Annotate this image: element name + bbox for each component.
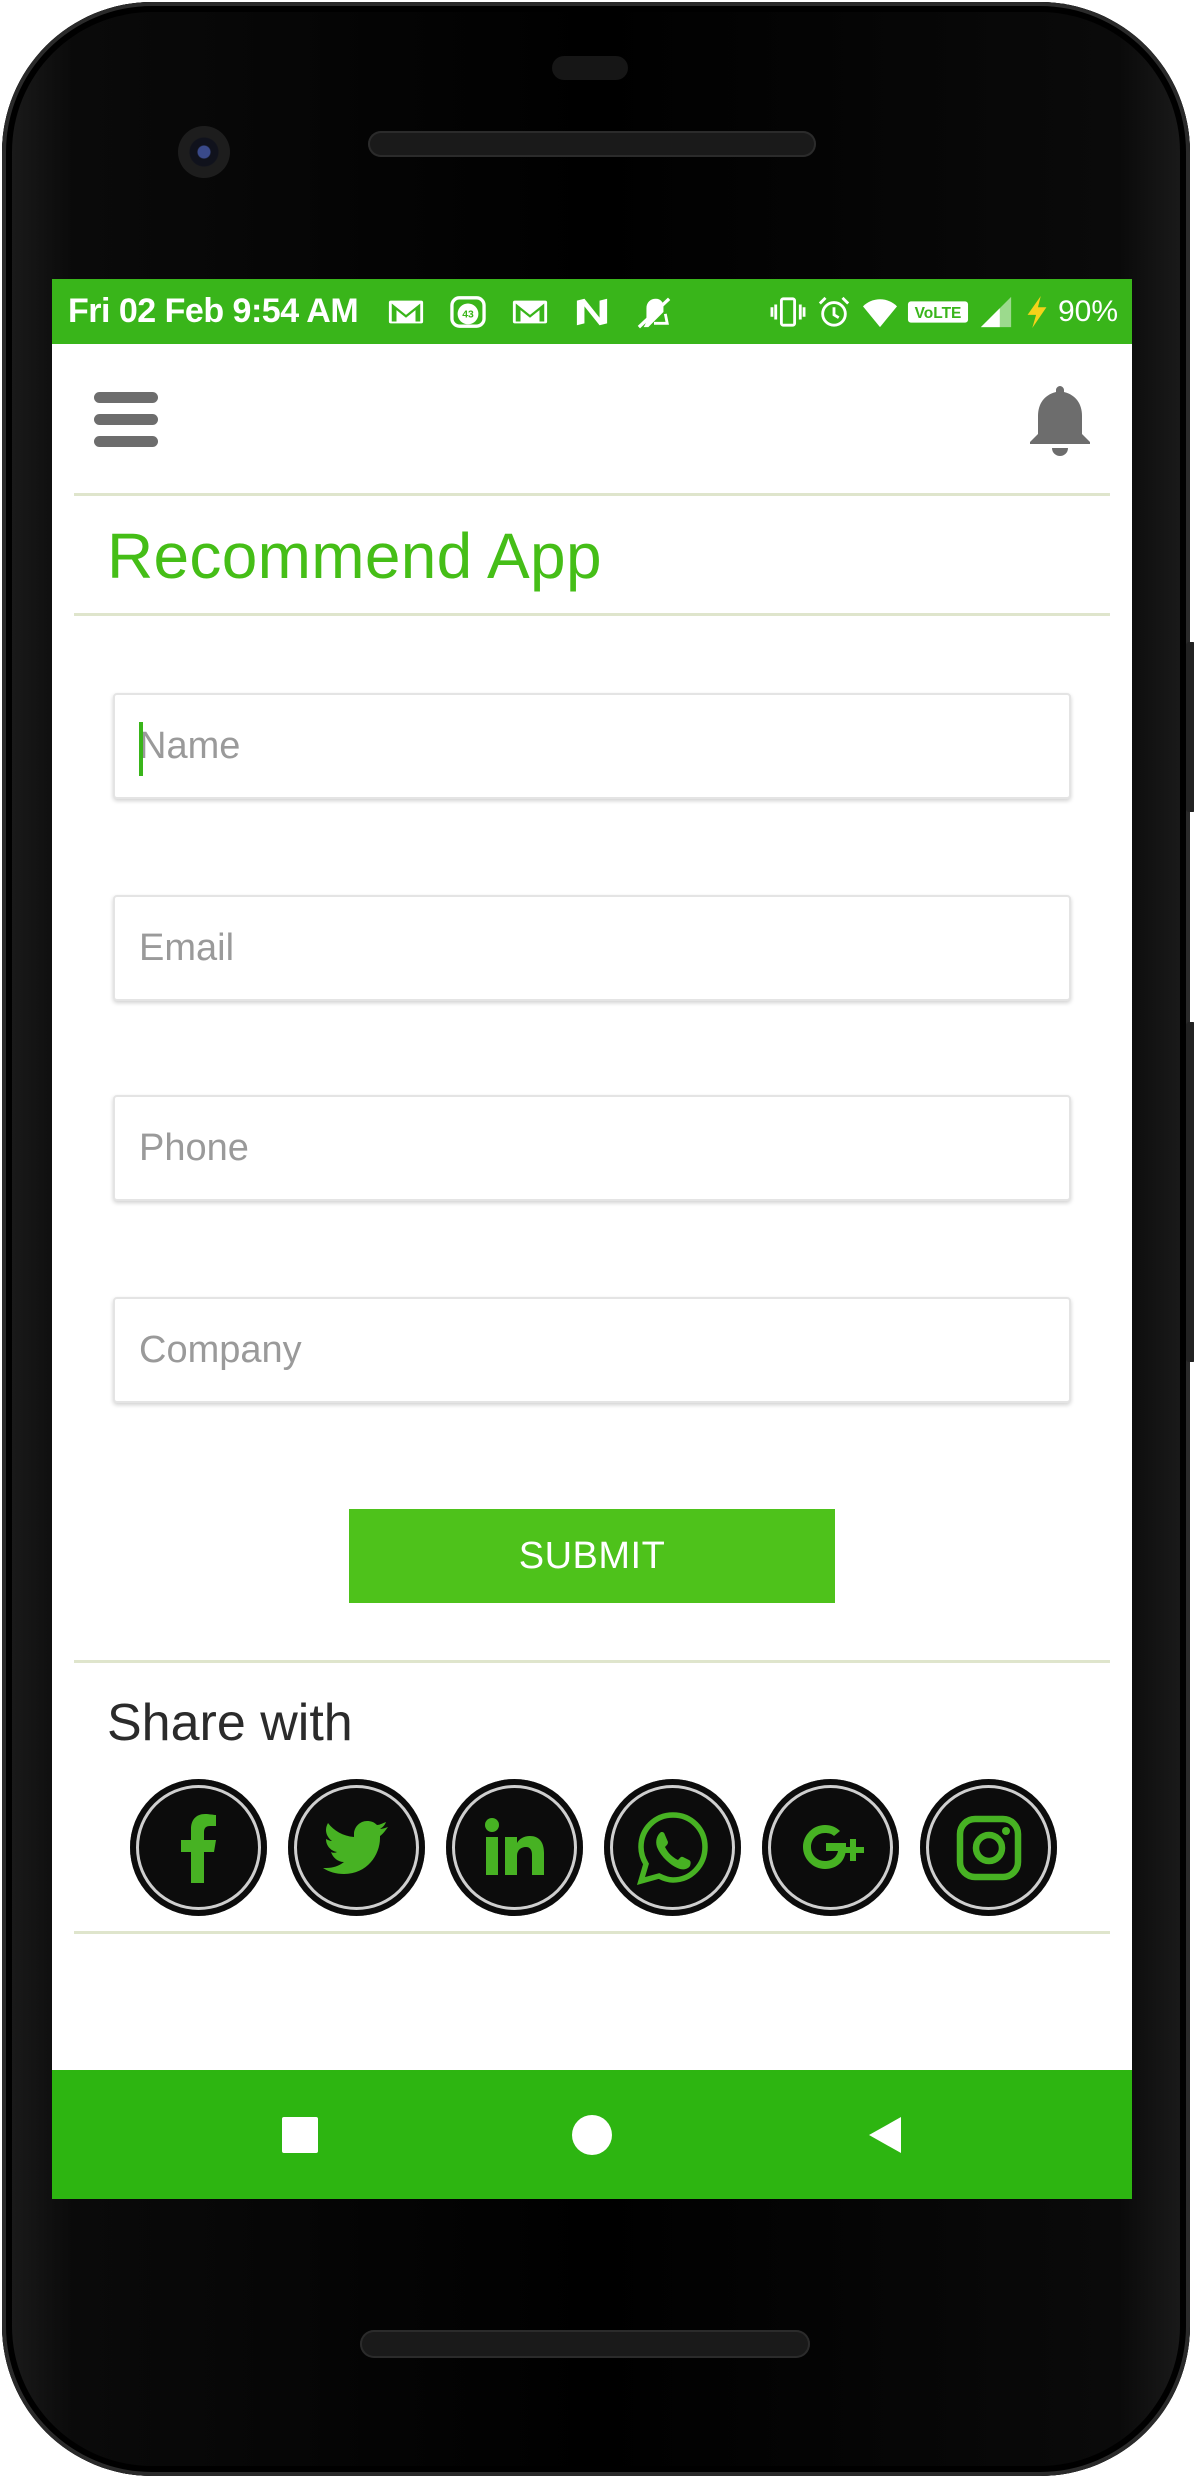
name-field[interactable] — [115, 695, 1069, 797]
facebook-icon[interactable] — [130, 1779, 267, 1916]
power-button — [1186, 1022, 1194, 1362]
name-field-container — [113, 693, 1071, 799]
share-label: Share with — [107, 1694, 353, 1752]
n-app-icon — [572, 294, 612, 330]
google-plus-icon[interactable] — [762, 1779, 899, 1916]
divider — [74, 1660, 1110, 1663]
twitter-icon[interactable] — [288, 1779, 425, 1916]
page-title: Recommend App — [107, 520, 602, 592]
company-field-container — [113, 1297, 1071, 1403]
back-triangle-icon[interactable] — [852, 2102, 918, 2168]
front-camera — [178, 126, 230, 178]
phone-frame: Fri 02 Feb 9:54 AM 43 VoLTE 90% Recommen… — [0, 0, 1194, 2480]
system-nav-bar — [52, 2070, 1132, 2199]
social-share-row — [130, 1779, 1057, 1916]
status-bar: Fri 02 Feb 9:54 AM 43 VoLTE 90% — [52, 279, 1132, 344]
recents-square-icon[interactable] — [267, 2102, 333, 2168]
hamburger-menu-icon[interactable] — [94, 392, 160, 452]
phone-field-container — [113, 1095, 1071, 1201]
badge-number: 43 — [462, 309, 474, 320]
proximity-sensor — [552, 56, 628, 80]
earpiece-speaker — [368, 131, 816, 157]
charging-icon — [1022, 294, 1052, 330]
home-circle-icon[interactable] — [559, 2102, 625, 2168]
vibrate-icon — [768, 294, 808, 330]
app-toolbar — [52, 344, 1132, 489]
status-time: Fri 02 Feb 9:54 AM — [68, 292, 359, 330]
badge-43-icon: 43 — [448, 294, 488, 330]
text-cursor — [139, 722, 143, 776]
linkedin-icon[interactable] — [446, 1779, 583, 1916]
volume-button — [1186, 642, 1194, 812]
whatsapp-icon[interactable] — [604, 1779, 741, 1916]
bottom-speaker — [360, 2330, 810, 2358]
phone-field[interactable] — [115, 1097, 1069, 1199]
wifi-icon — [860, 294, 900, 330]
divider — [74, 613, 1110, 616]
email-field[interactable] — [115, 897, 1069, 999]
submit-button[interactable]: SUBMIT — [349, 1509, 835, 1603]
volte-icon: VoLTE — [906, 294, 970, 330]
volte-label: VoLTE — [915, 304, 962, 321]
divider — [74, 1931, 1110, 1934]
system-icons: VoLTE 90% — [768, 294, 1118, 330]
gmail-icon — [510, 294, 550, 330]
company-field[interactable] — [115, 1299, 1069, 1401]
alarm-icon — [814, 294, 854, 330]
signal-icon — [976, 294, 1016, 330]
bell-icon[interactable] — [1024, 380, 1096, 460]
screen: Fri 02 Feb 9:54 AM 43 VoLTE 90% Recommen… — [52, 279, 1132, 2199]
email-field-container — [113, 895, 1071, 1001]
mute-icon — [634, 294, 674, 330]
gmail-icon — [386, 294, 426, 330]
notification-icons: 43 — [386, 294, 674, 330]
battery-level: 90% — [1057, 294, 1118, 328]
instagram-icon[interactable] — [920, 1779, 1057, 1916]
divider — [74, 493, 1110, 496]
